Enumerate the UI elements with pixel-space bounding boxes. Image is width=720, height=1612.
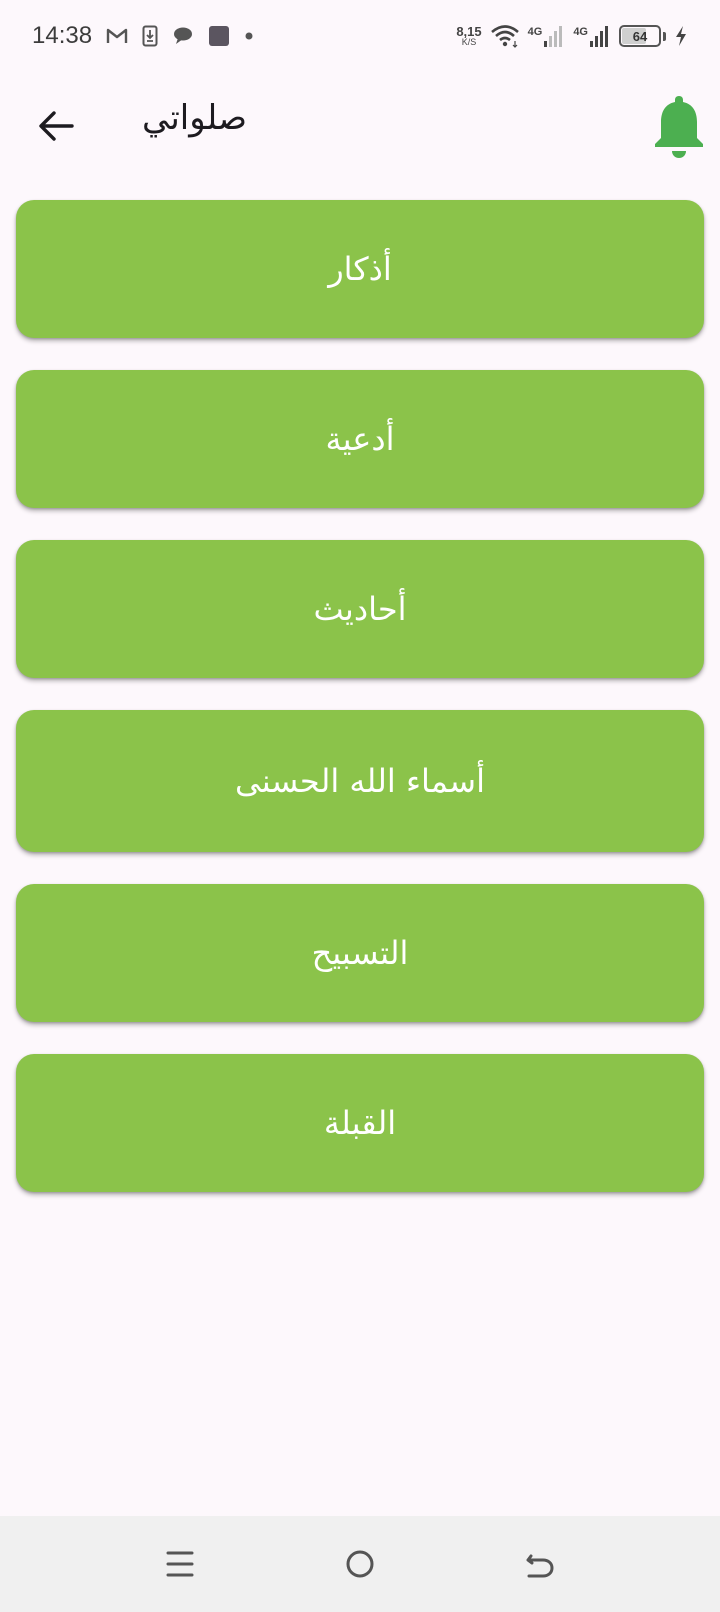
signal-icon bbox=[543, 24, 565, 48]
wifi-icon bbox=[490, 24, 520, 48]
menu-button-hadiths[interactable]: أحاديث bbox=[16, 540, 704, 678]
battery-tip bbox=[663, 31, 666, 41]
status-bar: 14:38 8,15 K/S 4G 4G 64 bbox=[0, 0, 720, 72]
home-icon bbox=[345, 1549, 375, 1583]
sim2-signal: 4G bbox=[573, 24, 611, 48]
status-right: 8,15 K/S 4G 4G 64 bbox=[456, 24, 688, 48]
menu-button-tasbih[interactable]: التسبيح bbox=[16, 884, 704, 1022]
system-nav-bar bbox=[0, 1516, 720, 1612]
battery-level: 64 bbox=[632, 28, 648, 44]
arrow-back-icon bbox=[38, 110, 74, 146]
download-notification-icon bbox=[142, 25, 158, 47]
app-bar: صلواتي bbox=[0, 72, 720, 184]
battery-icon: 64 bbox=[619, 25, 661, 47]
back-button[interactable] bbox=[30, 102, 82, 154]
sim1-label: 4G bbox=[527, 26, 543, 38]
charging-icon bbox=[674, 25, 688, 47]
signal-icon bbox=[589, 24, 611, 48]
status-left: 14:38 bbox=[32, 22, 254, 50]
menu-button-qibla[interactable]: القبلة bbox=[16, 1054, 704, 1192]
chat-icon bbox=[172, 26, 194, 46]
system-back-button[interactable] bbox=[512, 1538, 568, 1594]
recents-icon bbox=[166, 1549, 194, 1583]
more-dot-icon bbox=[244, 31, 254, 41]
network-speed: 8,15 K/S bbox=[456, 25, 481, 47]
sim1-signal: 4G bbox=[528, 24, 566, 48]
back-icon bbox=[525, 1549, 555, 1583]
menu-button-names-of-allah[interactable]: أسماء الله الحسنى bbox=[16, 710, 704, 852]
app-square-icon bbox=[208, 25, 230, 47]
status-time: 14:38 bbox=[32, 22, 93, 49]
bell-icon bbox=[651, 92, 707, 164]
home-button[interactable] bbox=[332, 1538, 388, 1594]
recents-button[interactable] bbox=[152, 1538, 208, 1594]
menu-button-duas[interactable]: أدعية bbox=[16, 370, 704, 508]
menu-button-adhkar[interactable]: أذكار bbox=[16, 200, 704, 338]
sim2-label: 4G bbox=[573, 26, 588, 38]
notifications-button[interactable] bbox=[648, 92, 710, 164]
network-speed-unit: K/S bbox=[461, 37, 477, 47]
gmail-icon bbox=[106, 27, 128, 45]
app-screen: 14:38 8,15 K/S 4G 4G 64 صلواتي أذكار أدع… bbox=[0, 0, 720, 1612]
page-title: صلواتي bbox=[142, 98, 247, 138]
